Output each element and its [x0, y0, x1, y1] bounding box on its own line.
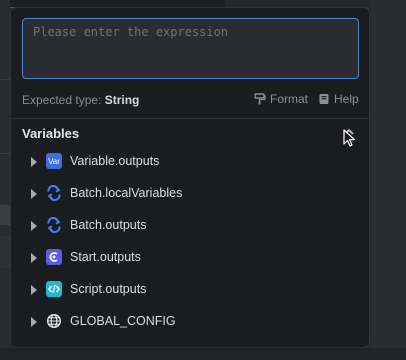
expand-caret-icon[interactable]	[31, 221, 37, 231]
expression-input[interactable]	[22, 18, 359, 79]
var-icon: Var	[46, 153, 62, 169]
loop-icon	[46, 217, 62, 233]
section-divider	[11, 118, 369, 119]
background-panel	[0, 0, 10, 360]
variable-item-label: Variable.outputs	[70, 154, 160, 168]
variable-item-label: GLOBAL_CONFIG	[70, 314, 176, 328]
format-button[interactable]: Format	[254, 92, 308, 106]
variable-item-label: Batch.outputs	[70, 218, 147, 232]
variable-item-start-outputs[interactable]: Start.outputs	[11, 244, 369, 272]
background-footer	[0, 348, 406, 360]
expand-caret-icon[interactable]	[31, 157, 37, 167]
expand-caret-icon[interactable]	[31, 189, 37, 199]
background-divider	[0, 153, 10, 154]
expected-type-value: String	[104, 93, 140, 107]
expand-caret-icon[interactable]	[31, 285, 37, 295]
loop-icon	[46, 185, 62, 201]
background-row	[0, 236, 10, 268]
format-label: Format	[270, 92, 309, 106]
expand-caret-icon[interactable]	[31, 253, 37, 263]
variable-item-global-config[interactable]: GLOBAL_CONFIG	[11, 308, 369, 336]
variable-item-batch-outputs[interactable]: Batch.outputs	[11, 212, 369, 240]
expected-type-row: Expected type: String Format Help	[22, 92, 359, 108]
globe-icon	[46, 313, 62, 329]
start-icon	[46, 249, 62, 265]
variable-item-label: Start.outputs	[70, 250, 141, 264]
mouse-cursor-icon	[343, 129, 356, 147]
code-icon	[46, 281, 62, 297]
variable-item-script-outputs[interactable]: Script.outputs	[11, 276, 369, 304]
book-icon	[319, 94, 329, 104]
variable-item-variable-outputs[interactable]: Var Variable.outputs	[11, 148, 369, 176]
help-button[interactable]: Help	[318, 92, 359, 106]
expected-type-label: Expected type:	[22, 93, 105, 107]
background-panel-right	[371, 0, 406, 360]
variables-title: Variables	[22, 126, 80, 141]
expression-editor-popup: Expected type: String Format Help Variab…	[10, 7, 370, 348]
expected-type-text: Expected type: String	[22, 93, 139, 107]
paint-roller-icon	[254, 93, 266, 105]
background-row	[0, 205, 10, 225]
variable-item-label: Script.outputs	[70, 282, 147, 296]
help-label: Help	[334, 92, 359, 106]
background-divider	[0, 79, 10, 80]
expand-caret-icon[interactable]	[31, 317, 37, 327]
variable-item-label: Batch.localVariables	[70, 186, 183, 200]
var-icon-text: Var	[48, 156, 60, 166]
variable-item-batch-localvariables[interactable]: Batch.localVariables	[11, 180, 369, 208]
